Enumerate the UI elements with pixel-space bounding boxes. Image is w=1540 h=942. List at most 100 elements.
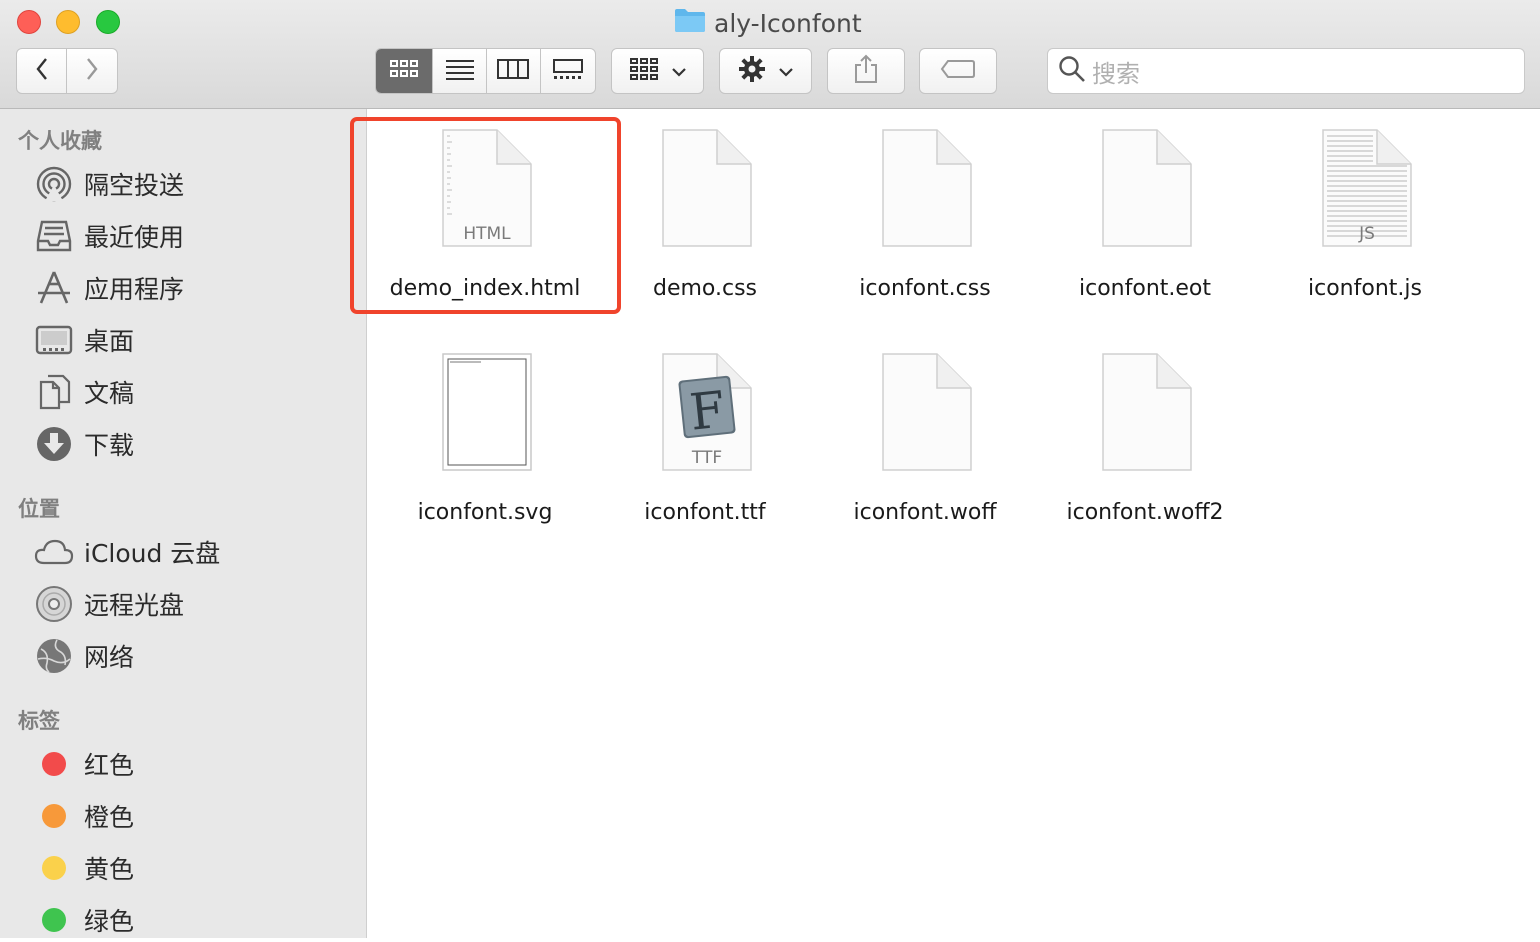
sidebar-item-label: 红色 [84,751,135,780]
sidebar: 个人收藏 隔空投送 最近使用 应用程序 桌面 文稿 下载 位置 iCloud 云… [0,109,367,938]
file-type-label: TTF [691,448,723,468]
sidebar-item-label: 隔空投送 [84,171,185,200]
sidebar-item-recents[interactable]: 最近使用 [34,214,184,258]
recents-icon [34,216,74,256]
file-name: iconfont.css [859,276,991,301]
tag-button[interactable] [919,48,997,94]
document-file-icon [661,128,753,248]
file-name: iconfont.svg [417,500,553,525]
document-file-icon [1101,128,1193,248]
sidebar-item-downloads[interactable]: 下载 [34,422,134,466]
file-name: iconfont.ttf [644,500,766,525]
search-icon [1058,55,1086,87]
icon-view-button[interactable] [376,49,434,93]
sidebar-item-label: 桌面 [84,327,135,356]
sidebar-item-label: 远程光盘 [84,591,185,620]
gallery-view-icon [552,58,583,84]
search-placeholder: 搜索 [1092,59,1140,88]
sidebar-item-label: 绿色 [84,907,135,936]
chevron-down-icon [778,62,794,81]
file-name: iconfont.js [1308,276,1422,301]
document-file-icon [881,128,973,248]
sidebar-item-icloud[interactable]: iCloud 云盘 [34,530,220,574]
file-name: iconfont.woff2 [1066,500,1224,525]
file-item-demo-css[interactable]: demo.css [595,128,815,328]
action-button[interactable] [719,48,812,94]
list-view-icon [445,58,475,84]
sidebar-item-label: 网络 [84,643,135,672]
sidebar-item-documents[interactable]: 文稿 [34,370,134,414]
column-view-button[interactable] [487,49,541,93]
sidebar-item-applications[interactable]: 应用程序 [34,266,184,310]
sidebar-item-tag-green[interactable]: 绿色 [34,898,134,942]
sidebar-item-network[interactable]: 网络 [34,634,134,678]
red-tag-dot-icon [34,744,74,784]
sidebar-item-tag-yellow[interactable]: 黄色 [34,846,134,890]
sidebar-item-label: 下载 [84,431,135,460]
remote-disc-icon [34,584,74,624]
folder-icon [674,7,706,39]
forward-button[interactable] [66,48,118,94]
window-title-text: aly-Iconfont [714,8,862,38]
gallery-view-button[interactable] [541,49,595,93]
orange-tag-dot-icon [34,796,74,836]
chevron-right-icon [85,57,99,85]
sidebar-item-label: 应用程序 [84,275,185,304]
minimize-button[interactable] [56,10,80,34]
selection-highlight-box [350,117,621,314]
sidebar-item-label: 最近使用 [84,223,185,252]
sidebar-item-desktop[interactable]: 桌面 [34,318,134,362]
locations-header: 位置 [18,497,60,521]
view-mode-switcher [375,48,596,94]
chevron-left-icon [35,57,49,85]
network-icon [34,636,74,676]
share-button[interactable] [827,48,905,94]
list-view-button[interactable] [433,49,487,93]
back-button[interactable] [16,48,67,94]
group-grid-icon [629,57,659,85]
desktop-icon [34,320,74,360]
svg-file-icon [441,352,533,472]
icon-view-icon [389,58,419,84]
file-item-iconfont-woff2[interactable]: iconfont.woff2 [1035,352,1255,552]
file-item-iconfont-eot[interactable]: iconfont.eot [1035,128,1255,328]
close-button[interactable] [17,10,41,34]
document-file-icon [1101,352,1193,472]
applications-icon [34,268,74,308]
gear-icon [738,55,766,87]
file-item-iconfont-woff[interactable]: iconfont.woff [815,352,1035,552]
zoom-button[interactable] [96,10,120,34]
sidebar-item-tag-red[interactable]: 红色 [34,742,134,786]
file-item-iconfont-css[interactable]: iconfont.css [815,128,1035,328]
file-name: demo.css [652,276,758,301]
favorites-header: 个人收藏 [18,129,102,153]
sidebar-item-tag-orange[interactable]: 橙色 [34,794,134,838]
chevron-down-icon [671,62,687,81]
file-item-iconfont-svg[interactable]: iconfont.svg [375,352,595,552]
icloud-icon [34,532,74,572]
file-name: iconfont.woff [853,500,997,525]
sidebar-item-label: 黄色 [84,855,135,884]
file-item-iconfont-ttf[interactable]: F TTF iconfont.ttf [595,352,815,552]
file-type-label: JS [1359,224,1375,244]
green-tag-dot-icon [34,900,74,940]
share-icon [854,54,878,88]
documents-icon [34,372,74,412]
column-view-icon [497,58,530,84]
yellow-tag-dot-icon [34,848,74,888]
sidebar-item-airdrop[interactable]: 隔空投送 [34,162,184,206]
downloads-icon [34,424,74,464]
sidebar-item-label: iCloud 云盘 [84,539,221,568]
airdrop-icon [34,164,74,204]
window-title: aly-Iconfont [674,6,862,40]
tags-header: 标签 [18,709,60,733]
group-by-button[interactable] [611,48,704,94]
tag-icon [940,59,976,83]
document-file-icon [881,352,973,472]
sidebar-item-remote-disc[interactable]: 远程光盘 [34,582,184,626]
search-field[interactable]: 搜索 [1047,48,1525,94]
sidebar-item-label: 文稿 [84,379,135,408]
title-bar: aly-Iconfont 搜索 [0,0,1540,109]
file-item-iconfont-js[interactable]: JS iconfont.js [1255,128,1475,328]
file-name: iconfont.eot [1079,276,1211,301]
